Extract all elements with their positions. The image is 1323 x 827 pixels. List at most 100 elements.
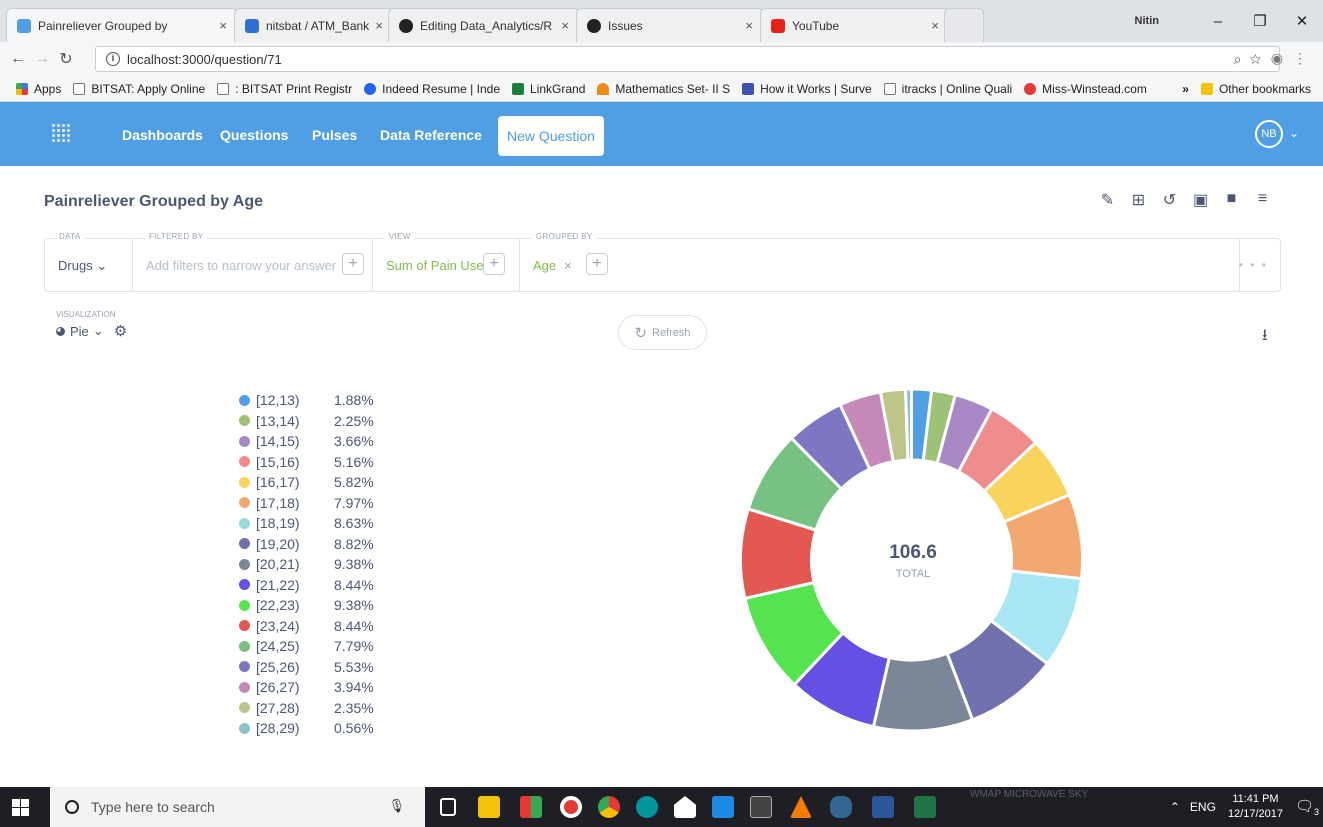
reference-book-icon[interactable]: ■ (1216, 190, 1247, 210)
legend-item[interactable]: [15,16) 5.16% (239, 452, 374, 473)
file-explorer-icon[interactable] (478, 796, 500, 818)
pie-slice[interactable] (903, 387, 913, 462)
legend-item[interactable]: [23,24) 8.44% (239, 616, 374, 637)
bookmark-item[interactable]: : BITSAT Print Registr (217, 82, 352, 96)
microphone-icon[interactable]: 🎙 (388, 798, 405, 814)
gear-icon[interactable]: ⚙ (114, 322, 127, 340)
question-title[interactable]: Painreliever Grouped by Age (44, 193, 263, 211)
nav-dashboards[interactable]: Dashboards (122, 127, 203, 143)
bookmark-item[interactable]: Mathematics Set- II S (597, 82, 730, 96)
forward-arrow-icon[interactable]: → (30, 50, 54, 68)
back-arrow-icon[interactable]: ← (6, 50, 30, 68)
new-tab-button[interactable] (944, 8, 984, 42)
legend-item[interactable]: [18,19) 8.63% (239, 513, 374, 534)
bookmark-item[interactable]: How it Works | Surve (742, 82, 872, 96)
menu-hamburger-icon[interactable]: ≡ (1247, 190, 1278, 210)
nav-pulses[interactable]: Pulses (312, 127, 357, 143)
minimize-icon[interactable]: – (1197, 13, 1239, 30)
bookmark-item[interactable]: Indeed Resume | Inde (364, 82, 500, 96)
bookmarks-overflow-button[interactable]: » (1182, 82, 1189, 96)
legend-item[interactable]: [21,22) 8.44% (239, 575, 374, 596)
task-view-icon[interactable] (440, 798, 456, 816)
taskbar-clock[interactable]: 11:41 PM 12/17/2017 (1228, 792, 1283, 822)
legend-item[interactable]: [13,14) 2.25% (239, 411, 374, 432)
bookmark-item[interactable]: LinkGrand (512, 82, 585, 96)
refresh-button[interactable]: ↻ Refresh (618, 315, 707, 350)
notification-center-icon[interactable]: 🗨3 (1295, 797, 1323, 817)
bookmark-item[interactable]: Miss-Winstead.com (1024, 82, 1147, 96)
url-field[interactable]: i localhost:3000/question/71 ⌕☆ (95, 46, 1280, 72)
browser-tab-2[interactable]: Editing Data_Analytics/R × (388, 8, 580, 42)
close-tab-icon[interactable]: × (561, 18, 569, 33)
bookmark-item[interactable]: itracks | Online Quali (883, 82, 1012, 96)
download-icon[interactable]: ⭳ (1262, 324, 1268, 351)
browser-tab-3[interactable]: Issues × (576, 8, 764, 42)
media-player-icon[interactable] (560, 796, 582, 818)
reload-icon[interactable]: ↻ (54, 49, 78, 69)
metabase-logo-icon[interactable] (52, 124, 70, 142)
windows-start-icon[interactable] (12, 799, 29, 816)
close-tab-icon[interactable]: × (931, 18, 939, 33)
postgresql-icon[interactable] (830, 796, 852, 818)
legend-item[interactable]: [25,26) 5.53% (239, 657, 374, 678)
legend-item[interactable]: [27,28) 2.35% (239, 698, 374, 719)
word-icon[interactable] (872, 796, 894, 818)
history-icon[interactable]: ↺ (1154, 190, 1185, 210)
excel-icon[interactable] (914, 796, 936, 818)
extension-icon[interactable]: ◉ (1271, 50, 1293, 66)
more-options-icon[interactable]: • • • (1239, 258, 1268, 272)
browser-tab-4[interactable]: YouTube × (760, 8, 950, 42)
close-tab-icon[interactable]: × (219, 18, 227, 33)
terminal-icon[interactable] (750, 796, 772, 818)
restore-icon[interactable]: ❐ (1239, 12, 1281, 30)
bookmark-star-icon[interactable]: ☆ (1250, 51, 1269, 67)
legend-item[interactable]: [16,17) 5.82% (239, 472, 374, 493)
add-to-dashboard-icon[interactable]: ⊞ (1123, 190, 1154, 210)
site-info-icon[interactable]: i (106, 52, 120, 66)
legend-item[interactable]: [24,25) 7.79% (239, 636, 374, 657)
mail-icon[interactable] (674, 796, 696, 818)
language-indicator[interactable]: ENG (1190, 800, 1216, 814)
avatar[interactable]: NB (1255, 120, 1283, 148)
vlc-icon[interactable] (790, 796, 812, 818)
chevron-down-icon[interactable]: ⌄ (1289, 126, 1299, 140)
breakout-value[interactable]: Age (533, 258, 556, 273)
close-tab-icon[interactable]: × (745, 18, 753, 33)
add-aggregation-button[interactable]: + (483, 253, 505, 275)
store-icon[interactable] (520, 796, 542, 818)
legend-item[interactable]: [12,13) 1.88% (239, 390, 374, 411)
legend-item[interactable]: [19,20) 8.82% (239, 534, 374, 555)
menu-kebab-icon[interactable]: ⋮ (1293, 50, 1317, 66)
legend-item[interactable]: [26,27) 3.94% (239, 677, 374, 698)
visualization-select[interactable]: Pie ⌄ ⚙ (56, 322, 127, 340)
bookmark-item[interactable]: BITSAT: Apply Online (73, 82, 205, 96)
sql-icon[interactable]: ▣ (1185, 190, 1216, 210)
tray-chevron-up-icon[interactable]: ⌃ (1170, 800, 1180, 814)
other-bookmarks[interactable]: Other bookmarks (1200, 82, 1311, 96)
remove-breakout-icon[interactable]: × (564, 258, 572, 273)
legend-item[interactable]: [14,15) 3.66% (239, 431, 374, 452)
network-app-icon[interactable] (712, 796, 734, 818)
data-source-select[interactable]: Drugs ⌄ (58, 258, 107, 274)
close-window-icon[interactable]: ✕ (1281, 12, 1323, 30)
profile-name[interactable]: Nitin (1135, 15, 1159, 27)
nav-data-reference[interactable]: Data Reference (380, 127, 482, 143)
chrome-icon[interactable] (598, 796, 620, 818)
add-filter-placeholder[interactable]: Add filters to narrow your answer (146, 258, 336, 273)
add-filter-button[interactable]: + (342, 253, 364, 275)
taskbar-search-field[interactable]: Type here to search 🎙 (50, 787, 425, 827)
nav-questions[interactable]: Questions (220, 127, 288, 143)
legend-item[interactable]: [17,18) 7.97% (239, 493, 374, 514)
legend-item[interactable]: [22,23) 9.38% (239, 595, 374, 616)
arduino-icon[interactable] (636, 796, 658, 818)
edit-pencil-icon[interactable]: ✎ (1092, 190, 1123, 210)
bookmark-apps[interactable]: Apps (16, 82, 61, 96)
legend-item[interactable]: [20,21) 9.38% (239, 554, 374, 575)
add-breakout-button[interactable]: + (586, 253, 608, 275)
new-question-button[interactable]: New Question (498, 116, 604, 156)
zoom-icon[interactable]: ⌕ (1234, 51, 1250, 67)
browser-tab-1[interactable]: nitsbat / ATM_Banking - × (234, 8, 394, 42)
legend-item[interactable]: [28,29) 0.56% (239, 718, 374, 739)
close-tab-icon[interactable]: × (375, 18, 383, 33)
aggregation-value[interactable]: Sum of Pain Use (386, 258, 484, 273)
